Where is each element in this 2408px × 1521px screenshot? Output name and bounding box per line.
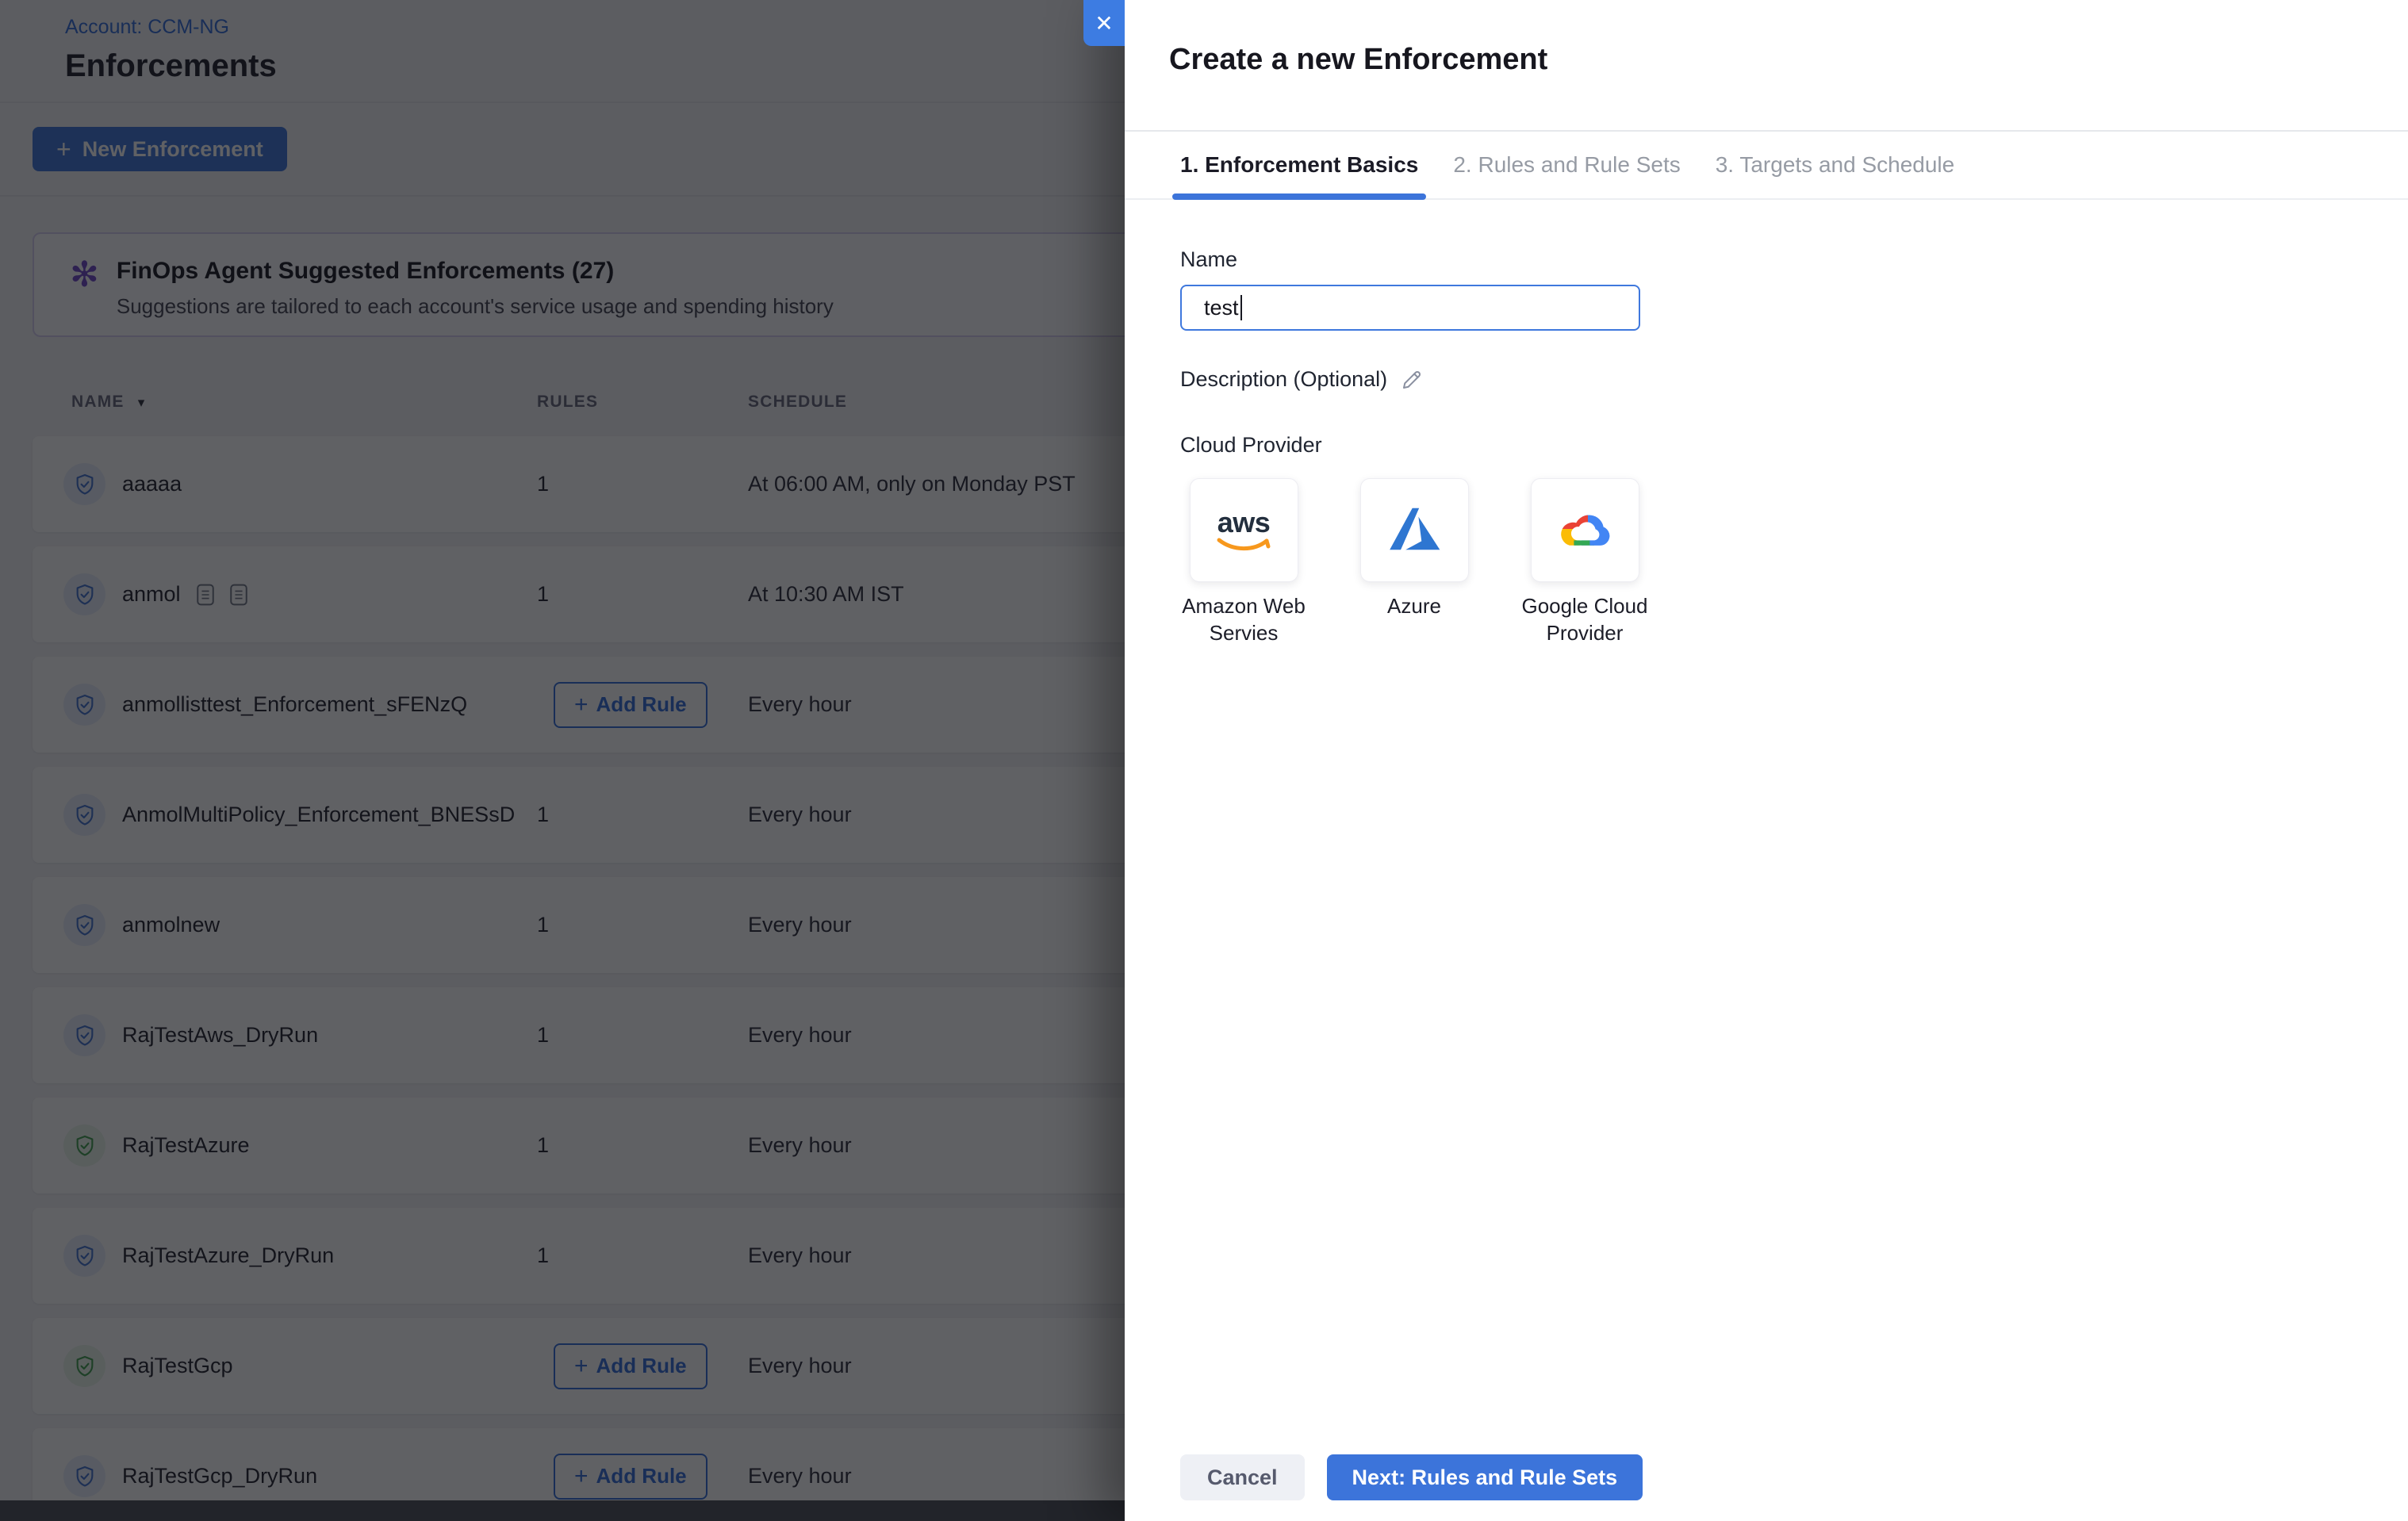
aws-card[interactable]: aws <box>1190 478 1298 582</box>
tab-enforcement-basics[interactable]: 1. Enforcement Basics <box>1180 132 1418 198</box>
tab-targets-and-schedule[interactable]: 3. Targets and Schedule <box>1716 132 1954 198</box>
name-input[interactable]: test <box>1180 285 1640 331</box>
close-icon: ✕ <box>1095 10 1113 36</box>
provider-label-azure: Azure <box>1351 593 1478 620</box>
close-button[interactable]: ✕ <box>1083 0 1125 46</box>
text-caret <box>1240 295 1242 320</box>
description-label: Description (Optional) <box>1180 367 1387 392</box>
provider-label-aws: Amazon Web Servies <box>1180 593 1307 647</box>
drawer-header: Create a new Enforcement <box>1125 0 2408 132</box>
cancel-button[interactable]: Cancel <box>1180 1454 1305 1500</box>
provider-label-gcp: Google Cloud Provider <box>1521 593 1648 647</box>
provider-option-gcp: Google Cloud Provider <box>1521 478 1648 647</box>
cloud-provider-options: aws Amazon Web Servies <box>1180 478 2352 647</box>
name-input-value: test <box>1204 296 1239 320</box>
provider-option-aws: aws Amazon Web Servies <box>1180 478 1307 647</box>
gcp-logo-icon <box>1553 504 1616 557</box>
next-button[interactable]: Next: Rules and Rule Sets <box>1327 1454 1643 1500</box>
wizard-tabs: 1. Enforcement Basics 2. Rules and Rule … <box>1125 132 2408 200</box>
gcp-card[interactable] <box>1531 478 1639 582</box>
azure-card[interactable] <box>1360 478 1469 582</box>
provider-option-azure: Azure <box>1351 478 1478 647</box>
name-label: Name <box>1180 247 2352 272</box>
drawer-title: Create a new Enforcement <box>1169 43 2408 77</box>
azure-logo-icon <box>1385 504 1444 557</box>
tab-rules-and-rule-sets[interactable]: 2. Rules and Rule Sets <box>1453 132 1680 198</box>
create-enforcement-drawer: ✕ Create a new Enforcement 1. Enforcemen… <box>1125 0 2408 1521</box>
drawer-body: Name test Description (Optional) Cloud P… <box>1125 200 2408 1521</box>
aws-logo-icon: aws <box>1216 508 1271 553</box>
cloud-provider-label: Cloud Provider <box>1180 433 2352 458</box>
pencil-icon[interactable] <box>1400 368 1424 392</box>
drawer-footer: Cancel Next: Rules and Rule Sets <box>1180 1454 2352 1500</box>
